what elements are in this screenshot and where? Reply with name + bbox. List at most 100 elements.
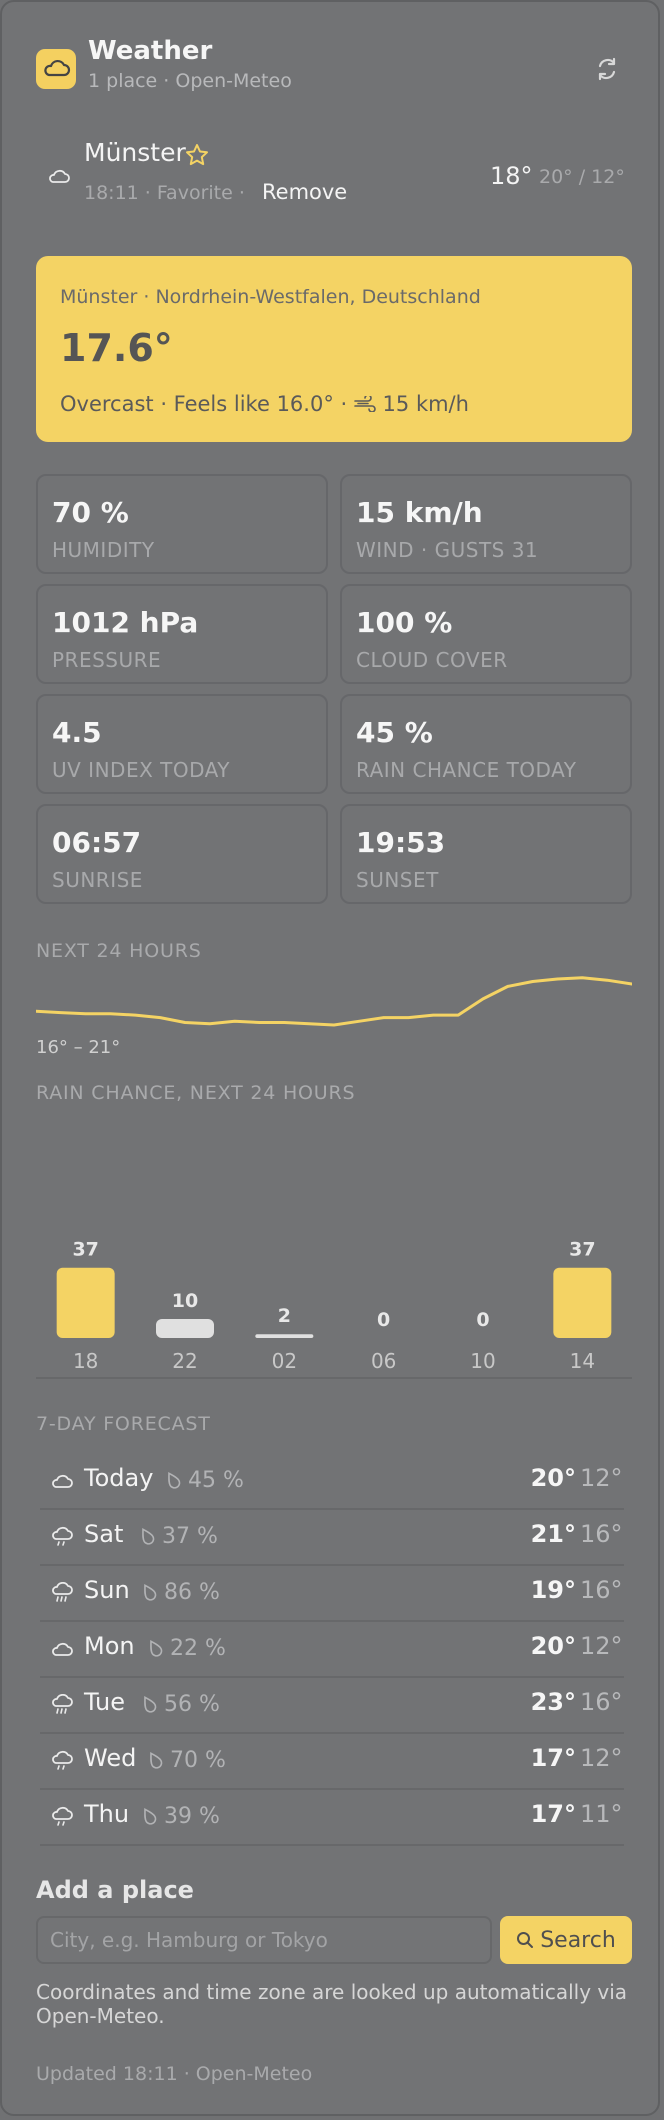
raindrop-icon [140, 1692, 160, 1716]
stat-uv-index: 4.5 UV INDEX TODAY [36, 694, 328, 794]
stat-value: 15 km/h [356, 496, 483, 529]
search-button-label: Search [540, 1927, 616, 1953]
star-icon[interactable] [184, 142, 210, 168]
stat-label: PRESSURE [52, 648, 162, 672]
temperature-line-chart [36, 976, 632, 1027]
cloud-icon [50, 1638, 74, 1660]
stat-value: 4.5 [52, 716, 102, 749]
forecast-rain-chance: 70 % [170, 1748, 226, 1773]
current-location: Münster · Nordrhein-Westfalen, Deutschla… [60, 286, 481, 308]
forecast-row: Thu 39 % 17° 11° [40, 1788, 624, 1846]
forecast-label: 7-DAY FORECAST [36, 1413, 211, 1435]
forecast-row: Today 45 % 20° 12° [40, 1452, 624, 1510]
rain-bar [255, 1334, 314, 1338]
updated-footer: Updated 18:11 · Open-Meteo [36, 2063, 313, 2085]
forecast-low: 12° [580, 1744, 623, 1772]
forecast-row: Wed 70 % 17° 12° [40, 1732, 624, 1790]
forecast-low: 11° [580, 1800, 623, 1828]
rain-bar-value-label: 37 [72, 1239, 98, 1261]
wind-icon [354, 393, 376, 417]
rain-bar-value-label: 0 [377, 1309, 390, 1331]
forecast-row: Mon 22 % 20° 12° [40, 1620, 624, 1678]
forecast-rain-chance: 56 % [164, 1692, 220, 1717]
rain-bar-value-label: 2 [278, 1305, 291, 1327]
forecast-rain-chance: 45 % [188, 1468, 244, 1493]
temperature-series-line [36, 976, 632, 1027]
remove-button[interactable]: Remove [262, 180, 347, 204]
search-button[interactable]: Search [500, 1916, 632, 1964]
forecast-row: Sat 37 % 21° 16° [40, 1508, 624, 1566]
raindrop-icon [140, 1580, 160, 1604]
stat-wind: 15 km/h WIND · GUSTS 31 [340, 474, 632, 574]
forecast-day: Thu [84, 1800, 130, 1828]
lookup-note: Coordinates and time zone are looked up … [36, 1980, 628, 2028]
cloud-icon [50, 1470, 74, 1492]
cloud-rain-heavy-icon [50, 1693, 74, 1716]
raindrop-icon [146, 1636, 166, 1660]
forecast-low: 12° [580, 1464, 623, 1492]
rain-chart-tick-label: 18 [73, 1349, 98, 1373]
stat-label: WIND · GUSTS 31 [356, 538, 539, 562]
raindrop-icon [146, 1748, 166, 1772]
stat-sunrise: 06:57 SUNRISE [36, 804, 328, 904]
temperature-range: 16° – 21° [36, 1037, 121, 1058]
rain-bar [553, 1267, 612, 1338]
forecast-low: 16° [580, 1520, 623, 1548]
rain-bar-value-label: 37 [569, 1239, 595, 1261]
current-wind: 15 km/h [382, 392, 469, 416]
rain-chart-label: RAIN CHANCE, NEXT 24 HOURS [36, 1082, 356, 1104]
cloud-rain-icon [50, 1526, 74, 1548]
forecast-high: 19° [530, 1576, 576, 1604]
current-description: Overcast · Feels like 16.0° · 15 km/h [60, 392, 469, 417]
app-cloud-icon [36, 49, 76, 89]
stat-pressure: 1012 hPa PRESSURE [36, 584, 328, 684]
rain-chance-bar-chart: 371810222020060103714 [36, 1239, 632, 1379]
forecast-low: 16° [580, 1576, 623, 1604]
saved-place-temp: 18° [490, 162, 533, 190]
stat-value: 19:53 [356, 826, 446, 859]
stat-cloud-cover: 100 % CLOUD COVER [340, 584, 632, 684]
raindrop-icon [164, 1468, 184, 1492]
saved-place-meta: 18:11 · Favorite · [84, 182, 245, 204]
weather-panel: Weather 1 place · Open-Meteo Münster 18:… [0, 0, 660, 2116]
stat-humidity: 70 % HUMIDITY [36, 474, 328, 574]
rain-bar-value-label: 10 [172, 1290, 198, 1312]
stat-value: 70 % [52, 496, 129, 529]
forecast-rain-chance: 39 % [164, 1804, 220, 1829]
stat-value: 100 % [356, 606, 453, 639]
add-place-title: Add a place [36, 1876, 194, 1904]
rain-bar [56, 1267, 115, 1338]
stat-label: UV INDEX TODAY [52, 758, 230, 782]
cloud-icon [46, 165, 72, 187]
raindrop-icon [138, 1524, 158, 1548]
forecast-high: 17° [530, 1800, 576, 1828]
current-conditions-card: Münster · Nordrhein-Westfalen, Deutschla… [36, 256, 632, 442]
app-title: Weather [88, 36, 213, 66]
rain-bar [156, 1319, 214, 1338]
current-temp: 17.6° [60, 326, 173, 370]
stat-label: RAIN CHANCE TODAY [356, 758, 577, 782]
saved-place-hilo: 20° / 12° [539, 166, 625, 188]
rain-chart-tick-label: 14 [570, 1349, 595, 1373]
saved-place-name[interactable]: Münster [84, 138, 186, 167]
raindrop-icon [140, 1804, 160, 1828]
forecast-high: 17° [530, 1744, 576, 1772]
stat-value: 06:57 [52, 826, 142, 859]
current-description-text: Overcast · Feels like 16.0° · [60, 392, 348, 416]
forecast-day: Mon [84, 1632, 135, 1660]
forecast-row: Sun 86 % 19° 16° [40, 1564, 624, 1622]
forecast-day: Sat [84, 1520, 124, 1548]
forecast-high: 20° [530, 1464, 576, 1492]
stat-sunset: 19:53 SUNSET [340, 804, 632, 904]
refresh-icon[interactable] [590, 52, 624, 86]
cloud-rain-icon [50, 1750, 74, 1772]
forecast-day: Today [84, 1464, 154, 1492]
forecast-high: 21° [530, 1520, 576, 1548]
forecast-row: Tue 56 % 23° 16° [40, 1676, 624, 1734]
forecast-low: 12° [580, 1632, 623, 1660]
stat-value: 1012 hPa [52, 606, 199, 639]
cloud-rain-heavy-icon [50, 1581, 74, 1604]
forecast-day: Sun [84, 1576, 130, 1604]
city-search-input[interactable] [36, 1916, 492, 1964]
stat-label: SUNRISE [52, 868, 143, 892]
